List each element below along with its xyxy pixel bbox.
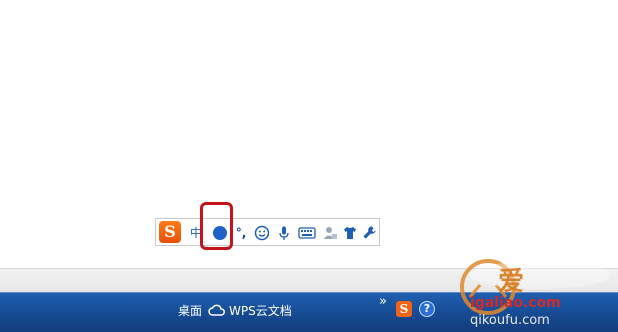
watermark-url-2: qikoufu.com — [470, 313, 550, 328]
emoji-icon[interactable] — [252, 223, 272, 243]
skin-shirt-icon[interactable] — [340, 223, 360, 243]
wps-cloud-docs-item[interactable]: WPS云文档 — [229, 304, 292, 318]
tray-help-icon[interactable]: ? — [419, 301, 435, 317]
keyboard-icon[interactable] — [296, 223, 318, 243]
tray-sogou-icon[interactable]: S — [396, 301, 412, 317]
highlight-annotation-ring — [200, 202, 233, 250]
toolbar-overflow-chevron[interactable]: » — [379, 295, 387, 309]
cloud-icon — [208, 302, 226, 321]
user-icon[interactable] — [320, 223, 340, 243]
watermark-url-1: igaliao.com — [470, 295, 561, 311]
ime-status-bar[interactable]: S 中 °, — [155, 218, 380, 246]
watermark: 爱 igaliao.com qikoufu.com — [440, 255, 618, 331]
desktop-toolbar-label[interactable]: 桌面 — [178, 304, 202, 318]
sogou-logo-icon[interactable]: S — [159, 221, 181, 243]
watermark-char: 爱 — [498, 267, 525, 297]
punctuation-toggle[interactable]: °, — [232, 223, 250, 243]
microphone-icon[interactable] — [274, 223, 294, 243]
wrench-tools-icon[interactable] — [360, 223, 378, 243]
